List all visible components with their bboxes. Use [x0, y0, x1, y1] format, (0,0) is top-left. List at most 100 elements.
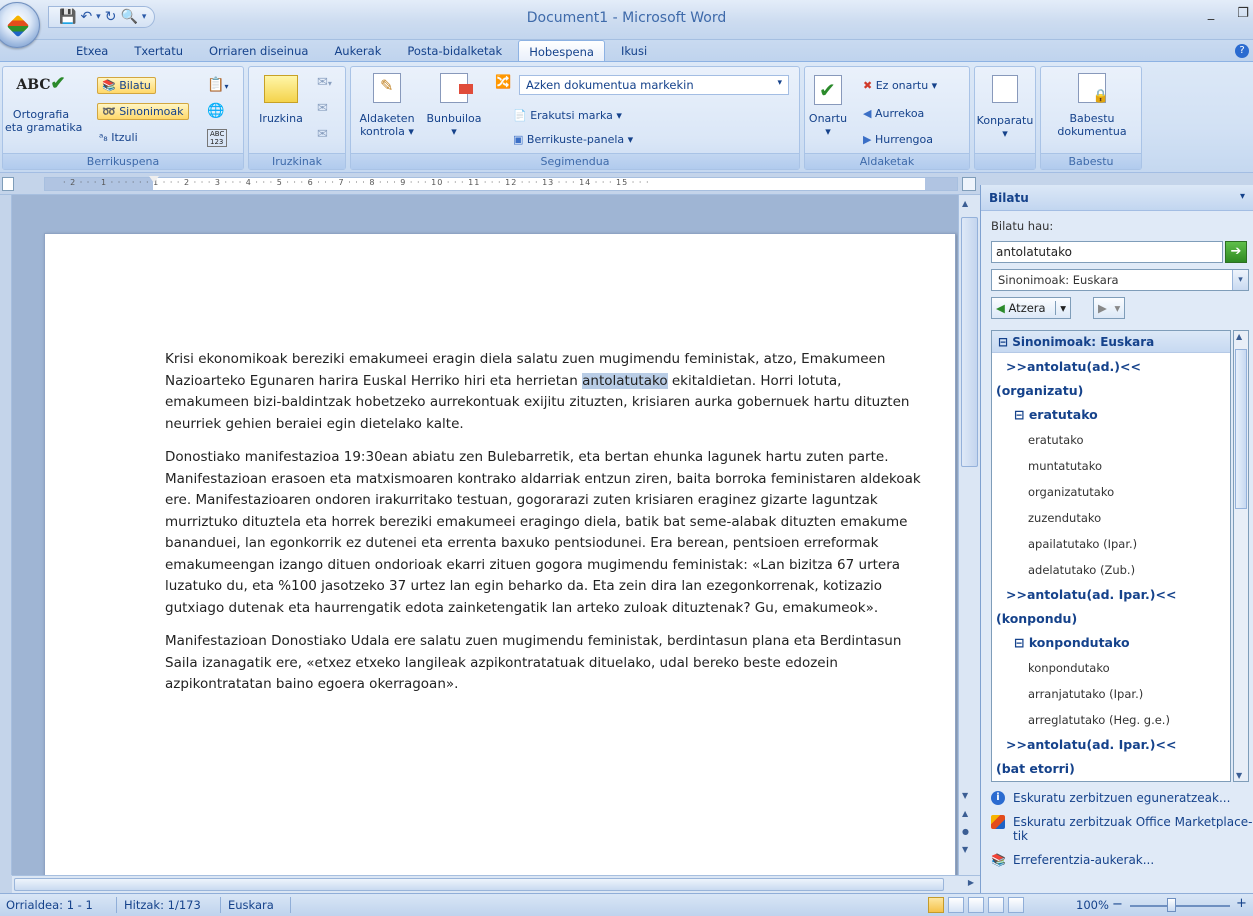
- results-scrollbar-thumb[interactable]: [1235, 349, 1247, 509]
- back-dropdown-icon[interactable]: ▾: [1055, 301, 1067, 315]
- zoom-slider-knob[interactable]: [1167, 898, 1176, 912]
- forward-button[interactable]: ▶ ▾: [1093, 297, 1126, 319]
- forward-dropdown-icon[interactable]: ▾: [1115, 301, 1121, 315]
- list-item[interactable]: arranjatutako (Ipar.): [992, 681, 1230, 707]
- zoom-slider[interactable]: [1130, 905, 1230, 907]
- new-comment-button[interactable]: Iruzkina: [253, 75, 309, 125]
- thesaurus-button[interactable]: ➿ Sinonimoak: [97, 103, 189, 120]
- previous-page-icon[interactable]: ▲: [962, 809, 968, 818]
- accept-button[interactable]: ✔ Onartu ▾: [807, 75, 849, 138]
- balloons-button[interactable]: Bunbuiloa ▾: [423, 73, 485, 138]
- list-item[interactable]: muntatutako: [992, 453, 1230, 479]
- display-for-review-combo[interactable]: Azken dokumentua markekin ▾: [519, 75, 789, 95]
- tab-view[interactable]: Ikusi: [611, 40, 657, 62]
- previous-comment-icon[interactable]: ✉: [317, 101, 328, 116]
- next-comment-icon[interactable]: ✉: [317, 127, 328, 142]
- scroll-right-icon[interactable]: ▶: [968, 878, 974, 887]
- translate-button[interactable]: ᵃ₈ Itzuli: [99, 131, 138, 144]
- paragraph-3[interactable]: Manifestazioan Donostiako Udala ere sala…: [165, 631, 925, 696]
- horizontal-ruler[interactable]: · 2 · · · 1 · · · · · · 1 · · · 2 · · · …: [44, 176, 958, 191]
- minimize-button[interactable]: _: [1201, 6, 1221, 21]
- document-vertical-scrollbar[interactable]: ▲ ▼ ▲ ● ▼: [958, 195, 980, 875]
- scroll-down-icon[interactable]: ▼: [1236, 771, 1242, 780]
- group-protect: 🔒 Babestu dokumentua Babestu: [1040, 66, 1142, 170]
- paragraph-1[interactable]: Krisi ekonomikoak bereziki emakumeei era…: [165, 349, 925, 435]
- delete-comment-icon[interactable]: ✉▾: [317, 75, 332, 90]
- tab-insert[interactable]: Txertatu: [124, 40, 193, 62]
- horizontal-scrollbar-thumb[interactable]: [14, 878, 944, 891]
- start-search-button[interactable]: ➔: [1225, 241, 1247, 263]
- reject-button[interactable]: ✖ Ez onartu ▾: [863, 79, 937, 92]
- window-controls: _ ❐: [1201, 6, 1253, 21]
- scrollbar-thumb[interactable]: [961, 217, 978, 467]
- protect-document-button[interactable]: 🔒 Babestu dokumentua: [1045, 73, 1139, 138]
- zoom-out-button[interactable]: −: [1112, 897, 1123, 912]
- next-change-button[interactable]: ▶ Hurrengoa: [863, 133, 933, 146]
- track-changes-button[interactable]: ✎ Aldaketen kontrola ▾: [355, 73, 419, 138]
- list-item[interactable]: apailatutako (Ipar.): [992, 531, 1230, 557]
- document-horizontal-scrollbar[interactable]: ▶: [12, 875, 980, 893]
- scroll-down-icon[interactable]: ▼: [962, 791, 968, 800]
- translation-tooltip-button[interactable]: 📋▾: [207, 77, 228, 93]
- research-button[interactable]: 📚 Bilatu: [97, 77, 156, 94]
- spelling-button[interactable]: ABC✔ Ortografia eta gramatika: [5, 73, 82, 134]
- search-input[interactable]: antolatutako: [991, 241, 1223, 263]
- list-item[interactable]: zuzendutako: [992, 505, 1230, 531]
- scroll-up-icon[interactable]: ▲: [962, 199, 968, 208]
- tab-references[interactable]: Aukerak: [324, 40, 391, 62]
- page-number-status[interactable]: Orrialdea: 1 - 1: [6, 898, 93, 912]
- list-item[interactable]: arreglatutako (Heg. g.e.): [992, 707, 1230, 733]
- language-status[interactable]: Euskara: [228, 898, 274, 912]
- get-updates-link[interactable]: i Eskuratu zerbitzuen eguneratzeak...: [991, 791, 1253, 805]
- result-group-1-title[interactable]: >>antolatu(ad.)<<: [992, 353, 1230, 379]
- paragraph-2[interactable]: Donostiako manifestazioa 19:30ean abiatu…: [165, 447, 925, 619]
- results-scrollbar[interactable]: ▲ ▼: [1233, 330, 1249, 782]
- research-options-link[interactable]: 📚 Erreferentzia-aukerak...: [991, 853, 1253, 867]
- reviewing-pane-button[interactable]: ▣ Berrikuste-panela ▾: [513, 133, 633, 146]
- restore-button[interactable]: ❐: [1233, 6, 1253, 21]
- results-header[interactable]: ⊟ Sinonimoak: Euskara: [992, 331, 1230, 353]
- word-count-button[interactable]: ABC 123: [207, 129, 228, 147]
- tab-mailings[interactable]: Posta-bidalketak: [397, 40, 512, 62]
- list-item[interactable]: eratutako: [992, 427, 1230, 453]
- marketplace-label: Eskuratu zerbitzuak Office Marketplace-t…: [1013, 815, 1253, 843]
- vertical-ruler[interactable]: [0, 195, 12, 875]
- view-ruler-icon[interactable]: [962, 177, 976, 191]
- tab-review[interactable]: Hobespena: [518, 40, 605, 62]
- help-icon[interactable]: ?: [1235, 44, 1249, 58]
- print-layout-view-icon[interactable]: [928, 897, 944, 913]
- selected-word[interactable]: antolatutako: [582, 372, 668, 389]
- back-button[interactable]: ◀ Atzera ▾: [991, 297, 1072, 319]
- compare-button[interactable]: Konparatu ▾: [975, 75, 1035, 140]
- language-button[interactable]: 🌐: [207, 103, 224, 119]
- show-markup-button[interactable]: 📄 Erakutsi marka ▾: [513, 109, 622, 122]
- pane-menu-icon[interactable]: ▾: [1240, 191, 1245, 202]
- result-group-3-title[interactable]: >>antolatu(ad. Ipar.)<<: [992, 733, 1230, 757]
- tab-page-layout[interactable]: Orriaren diseinua: [199, 40, 318, 62]
- result-subgroup-2[interactable]: ⊟ konpondutako: [992, 631, 1230, 655]
- word-count-status[interactable]: Hitzak: 1/173: [124, 898, 201, 912]
- list-item[interactable]: konpondutako: [992, 655, 1230, 681]
- previous-change-button[interactable]: ◀ Aurrekoa: [863, 107, 924, 120]
- result-group-2-title[interactable]: >>antolatu(ad. Ipar.)<<: [992, 583, 1230, 607]
- document-page[interactable]: Krisi ekonomikoak bereziki emakumeei era…: [44, 233, 956, 875]
- next-page-icon[interactable]: ▼: [962, 845, 968, 854]
- search-for-label: Bilatu hau:: [991, 219, 1054, 233]
- web-layout-view-icon[interactable]: [968, 897, 984, 913]
- marketplace-link[interactable]: Eskuratu zerbitzuak Office Marketplace-t…: [991, 815, 1253, 843]
- zoom-in-button[interactable]: +: [1236, 896, 1247, 911]
- browse-object-icon[interactable]: ●: [962, 827, 969, 836]
- list-item[interactable]: organizatutako: [992, 479, 1230, 505]
- ruler-toggle-button[interactable]: [2, 177, 14, 191]
- tab-home[interactable]: Etxea: [66, 40, 118, 62]
- full-screen-reading-view-icon[interactable]: [948, 897, 964, 913]
- list-item[interactable]: adelatutako (Zub.): [992, 557, 1230, 583]
- indent-marker[interactable]: [149, 176, 159, 183]
- research-source-select[interactable]: Sinonimoak: Euskara ▾: [991, 269, 1249, 291]
- scroll-up-icon[interactable]: ▲: [1236, 332, 1242, 341]
- document-body[interactable]: Krisi ekonomikoak bereziki emakumeei era…: [165, 349, 925, 708]
- outline-view-icon[interactable]: [988, 897, 1004, 913]
- result-subgroup-1[interactable]: ⊟ eratutako: [992, 403, 1230, 427]
- draft-view-icon[interactable]: [1008, 897, 1024, 913]
- zoom-level[interactable]: 100%: [1076, 898, 1109, 912]
